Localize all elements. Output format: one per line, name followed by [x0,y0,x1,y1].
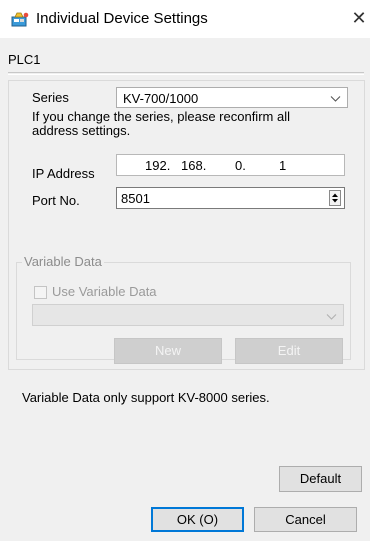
default-button[interactable]: Default [279,466,362,492]
series-label: Series [32,90,69,105]
ip-octet-1[interactable]: 192. [145,158,170,173]
port-label: Port No. [32,193,80,208]
use-variable-data-checkbox[interactable] [34,286,47,299]
ip-address-label: IP Address [32,166,95,181]
divider [8,72,364,73]
ip-address-field[interactable]: 192. 168. 0. 1 [116,154,345,176]
edit-button[interactable]: Edit [235,338,343,364]
device-settings-icon [11,12,29,28]
ip-octet-2[interactable]: 168. [181,158,206,173]
device-name-label: PLC1 [8,52,41,67]
use-variable-data-label: Use Variable Data [52,284,157,299]
chevron-down-icon [326,310,337,321]
variable-data-select[interactable] [32,304,344,326]
ok-button[interactable]: OK (O) [151,507,244,532]
window-title: Individual Device Settings [36,10,208,27]
series-select[interactable]: KV-700/1000 [116,87,348,108]
port-number-field[interactable]: 8501 [116,187,345,209]
chevron-down-icon [330,92,341,103]
close-icon[interactable]: ✕ [348,7,370,29]
spinner-arrows-icon[interactable] [329,190,341,206]
series-note: If you change the series, please reconfi… [32,109,290,138]
cancel-button[interactable]: Cancel [254,507,357,532]
port-value: 8501 [121,191,150,206]
variable-data-title: Variable Data [22,254,104,269]
ip-octet-4[interactable]: 1 [279,158,286,173]
new-button[interactable]: New [114,338,222,364]
divider-highlight [8,74,364,75]
ip-octet-3[interactable]: 0. [235,158,246,173]
variable-data-note: Variable Data only support KV-8000 serie… [22,390,270,405]
series-value: KV-700/1000 [123,91,199,106]
